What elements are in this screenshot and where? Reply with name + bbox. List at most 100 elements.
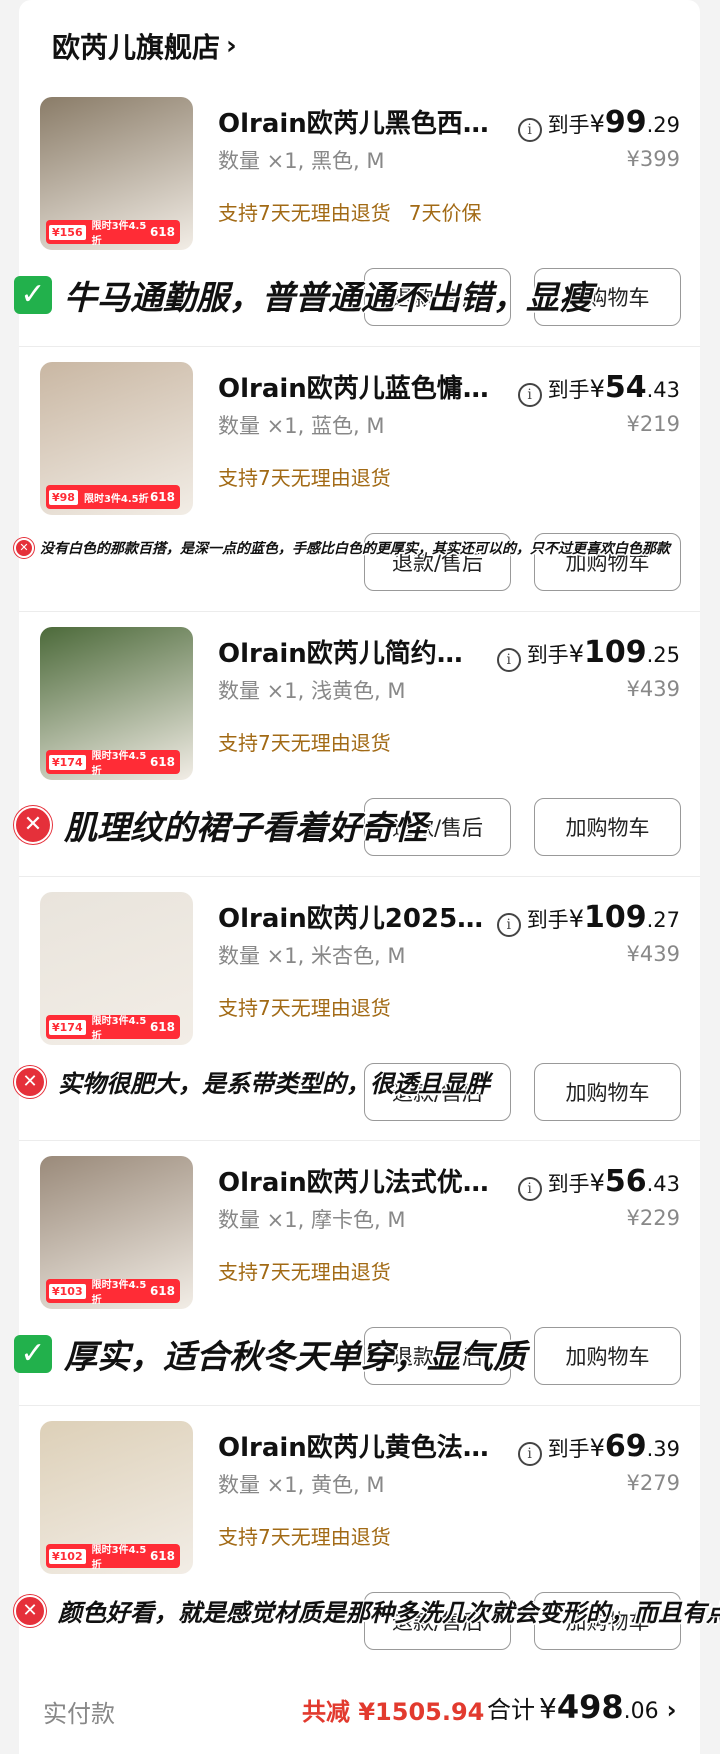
- service-tags: 支持7天无理由退货: [218, 1521, 391, 1550]
- product-name[interactable]: Olrain欧芮儿蓝色慵…: [218, 368, 489, 405]
- original-price: ¥229: [626, 1206, 680, 1230]
- promo-banner: ¥102 限时3件4.5折 618: [46, 1544, 180, 1571]
- product-image[interactable]: ¥174 限时3件4.5折 618: [40, 892, 193, 1045]
- service-tag: 支持7天无理由退货: [218, 201, 391, 225]
- original-price: ¥439: [626, 677, 680, 701]
- product-spec: 数量 ×1, 米杏色, M: [218, 944, 406, 968]
- product-name[interactable]: Olrain欧芮儿简约…: [218, 633, 463, 670]
- price-currency: ¥: [589, 110, 605, 138]
- item-divider: [19, 1140, 700, 1141]
- promo-price: ¥174: [49, 754, 86, 770]
- price-decimal: .29: [646, 113, 680, 137]
- add-to-cart-button[interactable]: 加购物车: [534, 1063, 681, 1121]
- promo-text: 限时3件4.5折: [91, 1280, 147, 1306]
- promo-badge: 618: [149, 755, 175, 769]
- price-currency: ¥: [589, 1169, 605, 1197]
- price-integer: 99: [604, 105, 647, 140]
- checkout-bar: 实付款 共减 ¥1505.94 合计 ¥ 498 .06 ›: [19, 1672, 700, 1754]
- original-price: ¥399: [626, 147, 680, 171]
- service-tags: 支持7天无理由退货: [218, 462, 391, 491]
- add-to-cart-button[interactable]: 加购物车: [534, 1327, 681, 1385]
- info-icon[interactable]: i: [496, 648, 521, 672]
- promo-text: 限时3件4.5折: [91, 1016, 147, 1042]
- product-name[interactable]: Olrain欧芮儿法式优…: [218, 1162, 489, 1199]
- chevron-right-icon[interactable]: ›: [667, 1696, 677, 1724]
- review-text: 肌理纹的裙子看着好奇怪: [64, 808, 427, 847]
- product-image[interactable]: ¥98 限时3件4.5折 618: [40, 362, 193, 515]
- price-integer: 56: [604, 1164, 647, 1199]
- total-amount[interactable]: 合计 ¥ 498 .06 ›: [487, 1688, 677, 1726]
- final-price[interactable]: i 到手 ¥ 56 .43: [517, 1164, 680, 1201]
- info-icon[interactable]: i: [517, 118, 542, 142]
- store-name[interactable]: 欧芮儿旗舰店: [52, 26, 220, 66]
- price-decimal: .27: [646, 908, 680, 932]
- promo-badge: 618: [149, 1549, 175, 1563]
- product-spec: 数量 ×1, 蓝色, M: [218, 414, 385, 438]
- review-text: 牛马通勤服，普普通通不出错，显瘦: [64, 278, 592, 317]
- price-integer: 54: [604, 370, 647, 405]
- price-decimal: .39: [646, 1437, 680, 1461]
- final-price[interactable]: i 到手 ¥ 109 .25: [496, 635, 680, 672]
- product-name[interactable]: Olrain欧芮儿黑色西…: [218, 103, 489, 140]
- promo-badge: 618: [149, 1284, 175, 1298]
- promo-badge: 618: [149, 225, 175, 239]
- original-price: ¥219: [626, 412, 680, 436]
- price-decimal: .43: [646, 1172, 680, 1196]
- info-icon[interactable]: i: [517, 383, 542, 407]
- total-currency: ¥: [539, 1692, 557, 1725]
- product-image[interactable]: ¥102 限时3件4.5折 618: [40, 1421, 193, 1574]
- price-decimal: .43: [646, 378, 680, 402]
- product-image[interactable]: ¥103 限时3件4.5折 618: [40, 1156, 193, 1309]
- service-tag: 支持7天无理由退货: [218, 466, 391, 490]
- paid-label: 实付款: [43, 1700, 115, 1728]
- promo-text: 限时3件4.5折: [91, 221, 147, 247]
- original-price: ¥279: [626, 1471, 680, 1495]
- total-label: 合计: [487, 1696, 535, 1724]
- discount-amount: 共减 ¥1505.94: [302, 1698, 485, 1726]
- price-prefix: 到手: [547, 378, 590, 402]
- store-header[interactable]: 欧芮儿旗舰店 ›: [52, 26, 237, 66]
- cross-icon: ✕: [14, 1594, 46, 1627]
- review-overlay: ✕ 没有白色的那款百搭，是深一点的蓝色，手感比白色的更厚实，其实还可以的，只不过…: [14, 538, 670, 558]
- cross-icon: ✕: [14, 806, 52, 844]
- service-tags: 支持7天无理由退货: [218, 727, 391, 756]
- product-image[interactable]: ¥174 限时3件4.5折 618: [40, 627, 193, 780]
- promo-price: ¥156: [49, 224, 86, 240]
- item-divider: [19, 1405, 700, 1406]
- final-price[interactable]: i 到手 ¥ 69 .39: [517, 1429, 680, 1466]
- review-overlay: ✓ 牛马通勤服，普普通通不出错，显瘦: [14, 271, 592, 319]
- promo-price: ¥174: [49, 1019, 86, 1035]
- promo-text: 限时3件4.5折: [91, 751, 147, 777]
- promo-banner: ¥156 限时3件4.5折 618: [46, 220, 180, 247]
- price-currency: ¥: [589, 1434, 605, 1462]
- price-prefix: 到手: [547, 113, 590, 137]
- service-tag: 支持7天无理由退货: [218, 1525, 391, 1549]
- service-tag: 支持7天无理由退货: [218, 731, 391, 755]
- chevron-right-icon[interactable]: ›: [226, 31, 237, 61]
- service-tag: 7天价保: [408, 201, 482, 225]
- info-icon[interactable]: i: [517, 1442, 542, 1466]
- review-overlay: ✕ 肌理纹的裙子看着好奇怪: [14, 801, 427, 849]
- promo-banner: ¥174 限时3件4.5折 618: [46, 1015, 180, 1042]
- promo-price: ¥103: [49, 1283, 86, 1299]
- item-divider: [19, 611, 700, 612]
- price-currency: ¥: [568, 640, 584, 668]
- promo-banner: ¥103 限时3件4.5折 618: [46, 1279, 180, 1306]
- final-price[interactable]: i 到手 ¥ 54 .43: [517, 370, 680, 407]
- product-image[interactable]: ¥156 限时3件4.5折 618: [40, 97, 193, 250]
- price-prefix: 到手: [547, 1437, 590, 1461]
- product-spec: 数量 ×1, 黄色, M: [218, 1473, 385, 1497]
- info-icon[interactable]: i: [496, 913, 521, 937]
- product-name[interactable]: Olrain欧芮儿黄色法…: [218, 1427, 489, 1464]
- price-prefix: 到手: [526, 643, 569, 667]
- info-icon[interactable]: i: [517, 1177, 542, 1201]
- add-to-cart-button[interactable]: 加购物车: [534, 798, 681, 856]
- final-price[interactable]: i 到手 ¥ 99 .29: [517, 105, 680, 142]
- promo-text: 限时3件4.5折: [91, 1545, 147, 1571]
- product-name[interactable]: Olrain欧芮儿2025…: [218, 898, 483, 935]
- final-price[interactable]: i 到手 ¥ 109 .27: [496, 900, 680, 937]
- review-text: 颜色好看，就是感觉材质是那种多洗几次就会变形的，而且有点长: [58, 1599, 720, 1627]
- price-integer: 109: [583, 900, 647, 935]
- review-text: 实物很肥大，是系带类型的，很透且显胖: [58, 1070, 490, 1098]
- price-prefix: 到手: [526, 908, 569, 932]
